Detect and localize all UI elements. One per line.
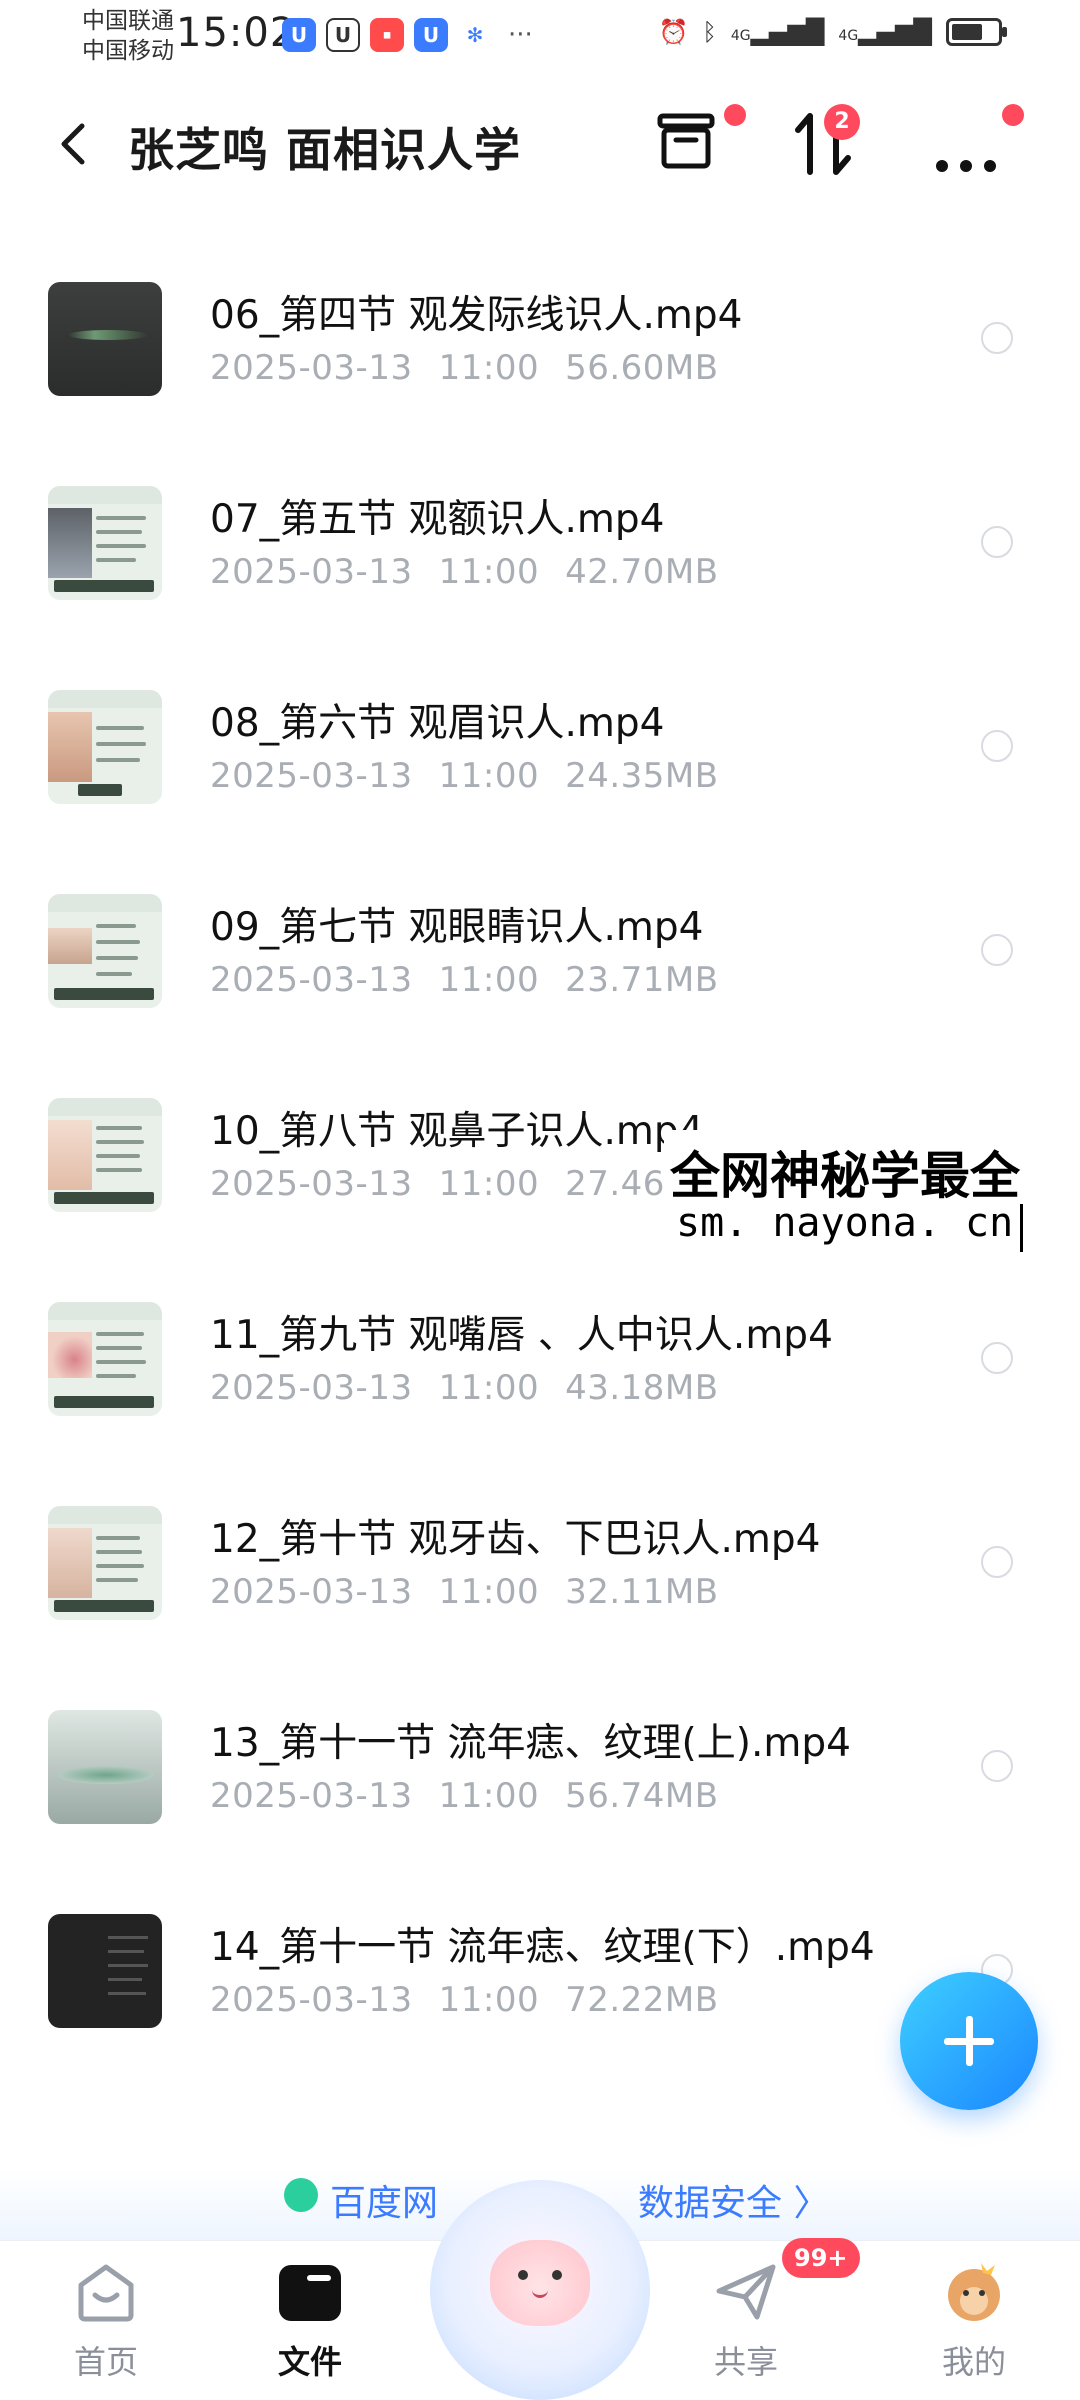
video-thumbnail (48, 1098, 162, 1212)
nav-home-label: 首页 (73, 2343, 138, 2381)
nav-share-label: 共享 (713, 2343, 778, 2381)
file-meta: 2025-03-13 11:00 24.35MB (210, 756, 719, 796)
select-checkbox[interactable] (981, 934, 1013, 966)
status-bar: 中国联通 中国移动 15:02 U U ◼ U ✻ ··· ⏰ ᛒ 4G▂▄▆█… (0, 0, 1080, 74)
home-icon (73, 2261, 139, 2323)
video-thumbnail (48, 486, 162, 600)
file-meta: 2025-03-13 11:00 23.71MB (210, 960, 719, 1000)
nav-mine[interactable]: 我的 (904, 2261, 1044, 2391)
page-title: 张芝鸣 面相识人学 (128, 123, 522, 177)
video-thumbnail (48, 690, 162, 804)
file-name: 12_第十节 观牙齿、下巴识人.mp4 (210, 1517, 821, 1562)
file-row[interactable]: 12_第十节 观牙齿、下巴识人.mp4 2025-03-13 11:00 32.11… (0, 1438, 1080, 1642)
app-notification-icon: U (414, 18, 448, 52)
video-thumbnail (48, 1914, 162, 2028)
top-app-bar: 张芝鸣 面相识人学 2 (0, 74, 1080, 214)
file-meta: 2025-03-13 11:00 43.18MB (210, 1368, 719, 1408)
file-name: 11_第九节 观嘴唇 、人中识人.mp4 (210, 1313, 833, 1358)
mascot-face-icon (490, 2240, 590, 2326)
file-meta: 2025-03-13 11:00 56.74MB (210, 1776, 719, 1816)
carrier-1: 中国联通 (82, 8, 174, 34)
file-row[interactable]: 08_第六节 观眉识人.mp4 2025-03-13 11:00 24.35MB (0, 622, 1080, 826)
folder-icon (277, 2261, 343, 2323)
video-thumbnail (48, 1302, 162, 1416)
file-row[interactable]: 06_第四节 观发际线识人.mp4 2025-03-13 11:00 56.60MB (0, 214, 1080, 418)
file-meta: 2025-03-13 11:00 32.11MB (210, 1572, 719, 1612)
notification-icons: U U ◼ U ✻ ··· (282, 18, 533, 52)
file-meta: 2025-03-13 11:00 72.22MB (210, 1980, 719, 2020)
file-row[interactable]: 11_第九节 观嘴唇 、人中识人.mp4 2025-03-13 11:00 43.1… (0, 1234, 1080, 1438)
file-meta: 2025-03-13 11:00 27.46MB (210, 1164, 719, 1204)
system-indicators: ⏰ ᛒ 4G▂▄▆█ 4G▂▄▆█ (658, 18, 1007, 46)
video-thumbnail (48, 1710, 162, 1824)
video-thumbnail (48, 1506, 162, 1620)
nav-mine-label: 我的 (941, 2343, 1006, 2381)
file-name: 10_第八节 观鼻子识人.mp4 (210, 1109, 704, 1154)
video-thumbnail (48, 282, 162, 396)
file-name: 09_第七节 观眼睛识人.mp4 (210, 905, 704, 950)
transfer-button[interactable]: 2 (784, 104, 864, 184)
shield-icon (284, 2178, 318, 2212)
nav-share[interactable]: 共享 (676, 2261, 816, 2391)
file-row[interactable]: 09_第七节 观眼睛识人.mp4 2025-03-13 11:00 23.71MB (0, 826, 1080, 1030)
carrier-2: 中国移动 (82, 38, 174, 64)
signal-icon-2: 4G▂▄▆█ (838, 18, 932, 46)
archive-red-dot (724, 104, 746, 126)
carrier-labels: 中国联通 中国移动 (82, 6, 174, 66)
chevron-left-icon (61, 123, 85, 165)
file-name: 07_第五节 观额识人.mp4 (210, 497, 665, 542)
avatar-icon (941, 2261, 1007, 2323)
select-checkbox[interactable] (981, 1750, 1013, 1782)
watermark-line-2: sm. nayona. cn (676, 1200, 1014, 1246)
select-checkbox[interactable] (981, 526, 1013, 558)
file-name: 13_第十一节 流年痣、纹理(上).mp4 (210, 1721, 851, 1766)
bluetooth-icon: ᛒ (702, 18, 717, 46)
nav-home[interactable]: 首页 (36, 2261, 176, 2391)
ai-assistant-button[interactable] (430, 2180, 650, 2400)
select-checkbox[interactable] (981, 1342, 1013, 1374)
text-caret (1020, 1204, 1023, 1252)
select-checkbox[interactable] (981, 730, 1013, 762)
baidu-paw-icon: ✻ (458, 18, 492, 52)
app-notification-icon: U (326, 18, 360, 52)
paper-plane-icon (713, 2261, 779, 2323)
more-notifications-icon: ··· (508, 20, 533, 50)
nav-files[interactable]: 文件 (240, 2261, 380, 2391)
file-name: 14_第十一节 流年痣、纹理(下）.mp4 (210, 1925, 875, 1970)
file-name: 06_第四节 观发际线识人.mp4 (210, 293, 743, 338)
alarm-icon: ⏰ (658, 18, 689, 46)
watermark-line-1: 全网神秘学最全 (670, 1147, 1020, 1205)
more-red-dot (1002, 104, 1024, 126)
video-thumbnail (48, 894, 162, 1008)
archive-icon (657, 113, 715, 169)
select-checkbox[interactable] (981, 1546, 1013, 1578)
transfer-count-badge: 2 (824, 104, 860, 140)
file-name: 08_第六节 观眉识人.mp4 (210, 701, 665, 746)
huawei-notification-icon: ◼ (370, 18, 404, 52)
watermark-overlay: 全网神秘学最全 sm. nayona. cn (664, 1130, 1080, 1260)
select-checkbox[interactable] (981, 322, 1013, 354)
battery-icon (946, 18, 1007, 46)
file-row[interactable]: 13_第十一节 流年痣、纹理(上).mp4 2025-03-13 11:00 56.… (0, 1642, 1080, 1846)
file-meta: 2025-03-13 11:00 56.60MB (210, 348, 719, 388)
file-meta: 2025-03-13 11:00 42.70MB (210, 552, 719, 592)
clock: 15:02 (176, 10, 297, 56)
share-count-badge: 99+ (782, 2238, 860, 2278)
nav-files-label: 文件 (277, 2343, 342, 2381)
archive-button[interactable] (648, 104, 746, 184)
signal-icon-1: 4G▂▄▆█ (730, 18, 825, 46)
more-dots-icon (936, 160, 996, 172)
back-button[interactable] (48, 116, 98, 172)
app-notification-icon: U (282, 18, 316, 52)
add-button[interactable] (900, 1972, 1038, 2110)
more-options-button[interactable] (926, 104, 1024, 184)
file-row[interactable]: 07_第五节 观额识人.mp4 2025-03-13 11:00 42.70MB (0, 418, 1080, 622)
